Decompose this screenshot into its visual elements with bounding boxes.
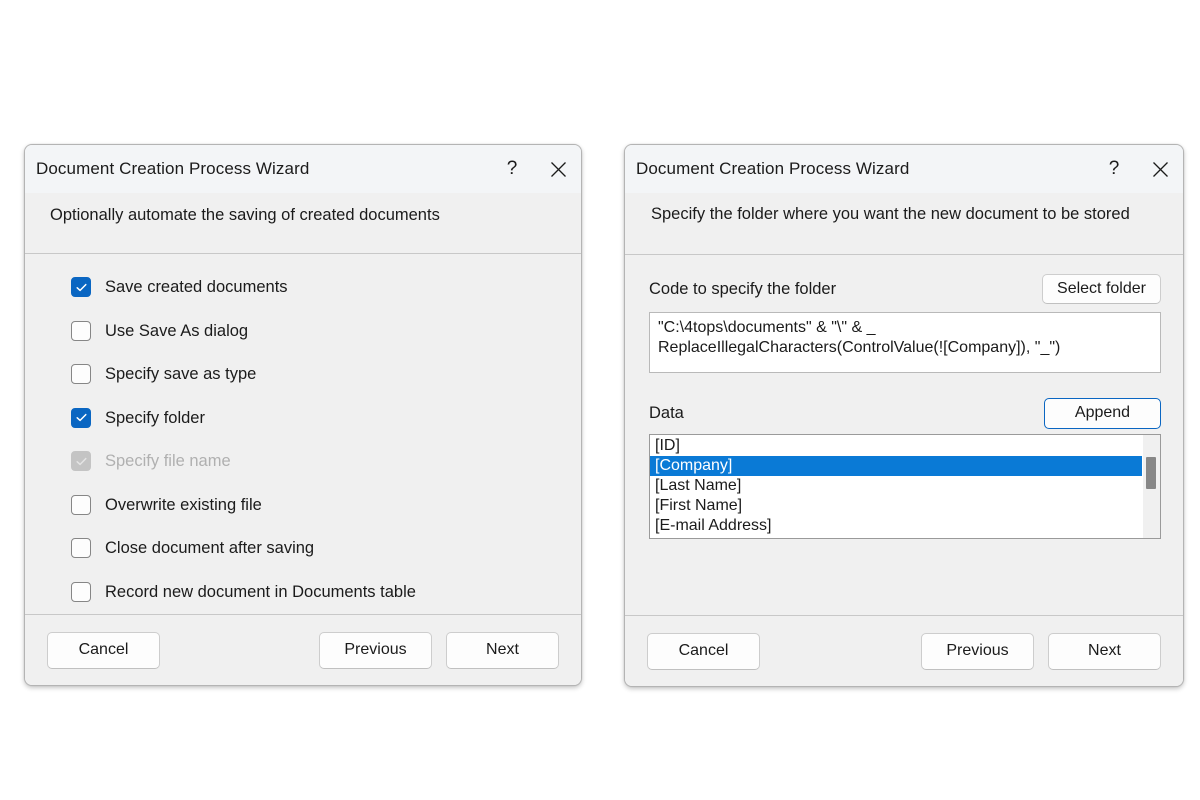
subtitle-band-right: Specify the folder where you want the ne…	[625, 193, 1183, 255]
screen: Document Creation Process Wizard ? Optio…	[0, 0, 1200, 800]
previous-button[interactable]: Previous	[921, 632, 1034, 670]
checkbox-label: Close document after saving	[105, 539, 315, 557]
checkbox-label: Specify save as type	[105, 365, 257, 383]
data-section-label: Data	[649, 403, 684, 422]
dialog-title: Document Creation Process Wizard	[36, 159, 310, 178]
checkbox-overwrite-existing-file[interactable]	[71, 494, 91, 515]
checkbox-row-save-created-documents[interactable]: Save created documents	[71, 276, 581, 298]
select-folder-button[interactable]: Select folder	[1042, 274, 1161, 304]
folder-code-panel: Code to specify the folder Select folder…	[625, 255, 1183, 539]
data-fields-list: [ID] [Company] [Last Name] [First Name] …	[650, 435, 1142, 538]
code-line-1: "C:\4tops\documents" & "\" & _	[658, 319, 876, 336]
checkbox-label: Overwrite existing file	[105, 495, 262, 514]
checkbox-use-save-as-dialog[interactable]	[71, 320, 91, 341]
list-item[interactable]: [ID]	[650, 436, 1142, 456]
next-button[interactable]: Next	[1048, 632, 1161, 670]
checkbox-specify-save-as-type[interactable]	[71, 364, 91, 384]
code-section-header: Code to specify the folder Select folder	[649, 273, 1161, 305]
checkbox-close-document-after-saving[interactable]	[71, 538, 91, 558]
titlebar-left: Document Creation Process Wizard ?	[25, 145, 581, 193]
dialog-title: Document Creation Process Wizard	[636, 159, 910, 178]
checkbox-label: Use Save As dialog	[105, 321, 249, 340]
dialog-footer-left: Cancel Previous Next	[25, 614, 581, 685]
dialog-content-right: Code to specify the folder Select folder…	[625, 255, 1183, 615]
dialog-subtitle: Optionally automate the saving of create…	[50, 206, 440, 224]
list-item[interactable]: [E-mail Address]	[650, 516, 1142, 536]
checkbox-label: Save created documents	[105, 278, 288, 296]
checkbox-row-overwrite-existing-file[interactable]: Overwrite existing file	[71, 494, 581, 516]
document-creation-wizard-dialog-right: Document Creation Process Wizard ? Speci…	[624, 144, 1184, 687]
cancel-button[interactable]: Cancel	[47, 631, 160, 669]
checkbox-row-use-save-as-dialog[interactable]: Use Save As dialog	[71, 320, 581, 342]
append-button[interactable]: Append	[1044, 397, 1161, 429]
checkbox-specify-file-name	[71, 451, 91, 471]
data-list-scrollbar[interactable]	[1142, 435, 1160, 538]
previous-button[interactable]: Previous	[319, 631, 432, 669]
checkbox-specify-folder[interactable]	[71, 407, 91, 428]
close-icon[interactable]	[1137, 145, 1183, 193]
help-icon[interactable]: ?	[489, 145, 535, 193]
checkbox-row-close-document-after-saving[interactable]: Close document after saving	[71, 537, 581, 559]
checkbox-label: Specify folder	[105, 408, 205, 427]
list-item[interactable]: [Last Name]	[650, 476, 1142, 496]
checkbox-row-specify-folder[interactable]: Specify folder	[71, 407, 581, 429]
dialog-content-left: Save created documents Use Save As dialo…	[25, 254, 581, 614]
checkbox-save-created-documents[interactable]	[71, 277, 91, 297]
data-section-header: Data Append	[649, 397, 1161, 429]
list-item[interactable]: [First Name]	[650, 496, 1142, 516]
list-item[interactable]: [Company]	[650, 456, 1142, 476]
folder-code-textarea[interactable]: "C:\4tops\documents" & "\" & _ ReplaceIl…	[649, 312, 1161, 373]
code-section-label: Code to specify the folder	[649, 279, 837, 298]
dialog-subtitle: Specify the folder where you want the ne…	[651, 205, 1130, 223]
checkbox-row-specify-save-as-type[interactable]: Specify save as type	[71, 363, 581, 385]
checkbox-row-specify-file-name: Specify file name	[71, 450, 581, 472]
subtitle-band-left: Optionally automate the saving of create…	[25, 193, 581, 254]
save-options-checklist: Save created documents Use Save As dialo…	[25, 254, 581, 603]
close-icon[interactable]	[535, 145, 581, 193]
data-fields-listbox[interactable]: [ID] [Company] [Last Name] [First Name] …	[649, 434, 1161, 539]
scrollbar-thumb[interactable]	[1146, 457, 1156, 489]
code-line-2: ReplaceIllegalCharacters(ControlValue(![…	[658, 339, 1061, 356]
next-button[interactable]: Next	[446, 631, 559, 669]
cancel-button[interactable]: Cancel	[647, 632, 760, 670]
checkbox-row-record-new-document[interactable]: Record new document in Documents table	[71, 581, 581, 603]
dialog-footer-right: Cancel Previous Next	[625, 615, 1183, 686]
checkbox-label: Specify file name	[105, 452, 231, 470]
help-icon[interactable]: ?	[1091, 145, 1137, 193]
titlebar-right: Document Creation Process Wizard ?	[625, 145, 1183, 193]
document-creation-wizard-dialog-left: Document Creation Process Wizard ? Optio…	[24, 144, 582, 686]
checkbox-label: Record new document in Documents table	[105, 582, 416, 601]
checkbox-record-new-document[interactable]	[71, 581, 91, 602]
